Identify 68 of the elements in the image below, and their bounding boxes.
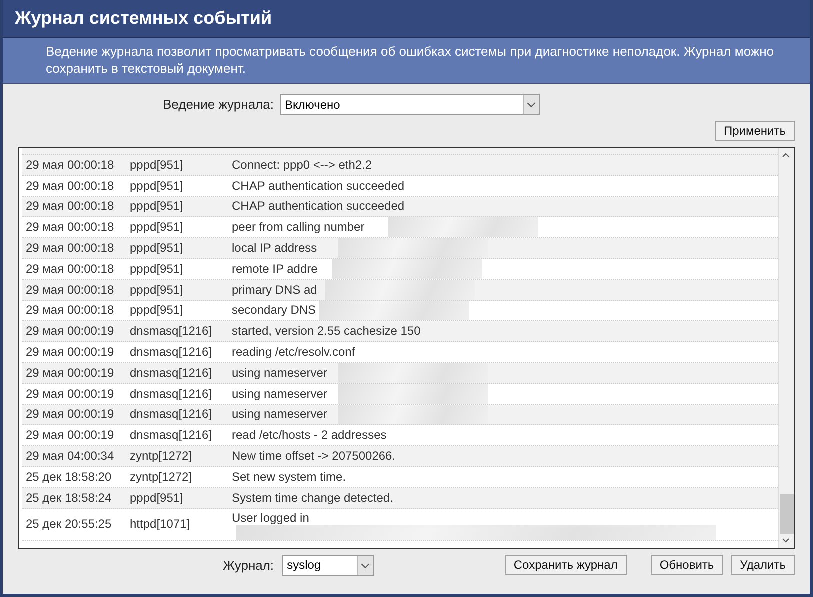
scrollbar[interactable]	[778, 148, 794, 548]
log-process: pppd[951]	[130, 241, 184, 256]
log-process: pppd[951]	[130, 282, 184, 297]
journal-label: Журнал:	[223, 558, 274, 572]
log-message: started, version 2.55 cachesize 150	[232, 324, 421, 338]
log-date: 29 мая 00:00:18	[25, 220, 116, 234]
log-date: 29 мая 04:00:34	[25, 449, 116, 464]
caret-icon	[522, 95, 539, 114]
log-date: 29 мая 00:00:18	[25, 199, 116, 214]
description-text: Ведение журнала позволит просматривать сообщения об ошибках системы при диагностике неполадок. Журнал можно сохранить в текстовый документ.	[3, 38, 810, 84]
log-message: using nameserver	[232, 366, 328, 380]
log-date: 29 мая 00:00:19	[25, 386, 116, 401]
caret-icon	[357, 556, 374, 574]
log-process: dnsmasq[1216]	[130, 324, 214, 338]
log-message: secondary DNS	[232, 303, 316, 318]
log-date: 29 мая 00:00:19	[25, 366, 116, 380]
log-process: dnsmasq[1216]	[130, 428, 214, 442]
log-date: 29 мая 00:00:18	[25, 303, 116, 318]
refresh-button[interactable]: Обновить	[650, 555, 724, 575]
log-message: local IP address	[232, 241, 318, 256]
log-message: CHAP authentication succeeded	[232, 178, 405, 193]
log-process: dnsmasq[1216]	[130, 345, 214, 360]
log-process: dnsmasq[1216]	[130, 386, 214, 401]
log-date: 25 дек 20:55:25	[25, 517, 113, 532]
log-process: pppd[951]	[130, 178, 184, 193]
log-process: pppd[951]	[130, 158, 184, 172]
log-process: pppd[951]	[130, 490, 184, 505]
log-process: pppd[951]	[130, 220, 184, 234]
log-date: 29 мая 00:00:18	[25, 158, 116, 172]
log-date: 29 мая 00:00:18	[25, 241, 116, 256]
log-date: 25 дек 18:58:20	[25, 470, 113, 484]
log-date: 29 мая 00:00:19	[25, 428, 116, 442]
log-process: httpd[1071]	[130, 517, 192, 532]
log-process: zyntp[1272]	[130, 449, 194, 464]
save-log-button[interactable]: Сохранить журнал	[504, 555, 627, 575]
log-process: zyntp[1272]	[130, 470, 194, 484]
log-message: primary DNS ad	[232, 282, 318, 297]
log-process: dnsmasq[1216]	[130, 407, 214, 422]
delete-button[interactable]: Удалить	[731, 555, 795, 575]
log-date: 29 мая 00:00:19	[25, 345, 116, 360]
log-message: Connect: ppp0 <--> eth2.2	[232, 158, 372, 172]
log-message: using nameserver	[232, 386, 328, 401]
log-date: 29 мая 00:00:18	[25, 282, 116, 297]
log-message: CHAP authentication succeeded	[232, 199, 405, 214]
log-message: reading /etc/resolv.conf	[232, 345, 356, 360]
log-message: System time change detected.	[232, 490, 394, 505]
window-title: Журнал системных событий	[3, 0, 810, 38]
log-process: pppd[951]	[130, 199, 184, 214]
log-message: using nameserver	[232, 407, 328, 422]
logging-label: Ведение журнала:	[163, 97, 274, 112]
log-message: remote IP addre	[232, 262, 318, 276]
log-date: 29 мая 00:00:18	[25, 178, 116, 193]
log-date: 29 мая 00:00:19	[25, 324, 116, 338]
apply-button[interactable]: Применить	[714, 121, 795, 141]
log-process: pppd[951]	[130, 303, 184, 318]
logging-select[interactable]: Включено	[280, 94, 540, 115]
log-message: peer from calling number	[232, 220, 365, 234]
log-process: pppd[951]	[130, 262, 184, 276]
log-message: Set new system time.	[232, 470, 346, 484]
log-message: New time offset -> 207500266.	[232, 449, 396, 464]
log-process: dnsmasq[1216]	[130, 366, 214, 380]
scrollbar-thumb[interactable]	[780, 494, 794, 534]
log-date: 25 дек 18:58:24	[25, 490, 113, 505]
log-message: read /etc/hosts - 2 addresses	[232, 428, 387, 442]
log-message: User logged in	[232, 510, 310, 525]
log-date: 29 мая 00:00:18	[25, 262, 116, 276]
journal-select[interactable]: syslog	[282, 554, 374, 576]
log-date: 29 мая 00:00:19	[25, 407, 116, 422]
